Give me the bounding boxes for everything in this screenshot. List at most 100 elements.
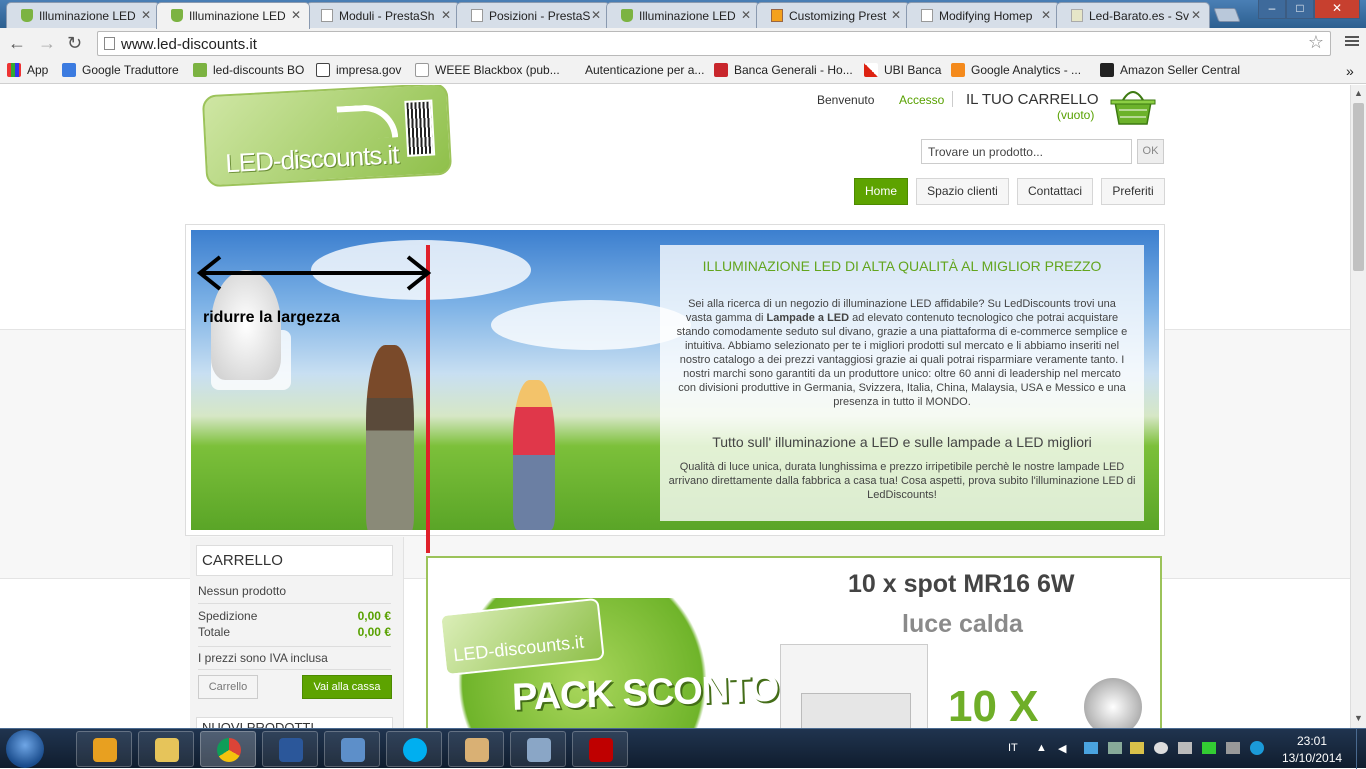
amazon-icon: [1100, 63, 1114, 77]
cart-title-link[interactable]: IL TUO CARRELLO: [966, 91, 1099, 108]
cart-empty-text: Nessun prodotto: [198, 584, 287, 598]
close-window-button[interactable]: ✕: [1314, 0, 1360, 19]
bookmark-banca-generali[interactable]: Banca Generali - Ho...: [714, 63, 853, 77]
scrollbar-thumb[interactable]: [1353, 103, 1364, 271]
flag-icon[interactable]: [1130, 742, 1144, 754]
taskbar-chrome[interactable]: [200, 731, 256, 767]
browser-tab[interactable]: Customizing Prest ✕: [756, 2, 910, 28]
new-products-block-title[interactable]: NUOVI PRODOTTI: [196, 717, 393, 728]
back-arrow-icon[interactable]: ←: [8, 33, 26, 54]
evernote-icon[interactable]: [1202, 742, 1216, 754]
close-tab-icon[interactable]: ✕: [141, 8, 151, 22]
filezilla-icon: [589, 738, 613, 762]
url-text[interactable]: www.led-discounts.it: [121, 36, 257, 53]
bookmark-amazon-seller[interactable]: Amazon Seller Central: [1100, 63, 1240, 77]
nav-spazio-clienti[interactable]: Spazio clienti: [916, 178, 1009, 205]
bookmark-ubi-banca[interactable]: UBI Banca: [864, 63, 941, 77]
reload-icon[interactable]: ↻: [67, 33, 82, 54]
taskbar-filezilla[interactable]: [572, 731, 628, 767]
forward-arrow-icon[interactable]: →: [38, 33, 56, 54]
login-link[interactable]: Accesso: [899, 93, 944, 107]
clock-time[interactable]: 23:01: [1297, 734, 1327, 748]
taskbar-photo-viewer[interactable]: [324, 731, 380, 767]
scroll-up-icon[interactable]: ▲: [1354, 88, 1363, 98]
apps-grid-icon: [7, 63, 21, 77]
bookmark-google-analytics[interactable]: Google Analytics - ...: [951, 63, 1081, 77]
show-desktop-button[interactable]: [1356, 729, 1366, 769]
network-icon[interactable]: [1108, 742, 1122, 754]
bookmark-label: Amazon Seller Central: [1120, 63, 1241, 77]
browser-tab[interactable]: Posizioni - PrestaS ✕: [456, 2, 610, 28]
taskbar-media-player[interactable]: [76, 731, 132, 767]
search-button[interactable]: OK: [1137, 139, 1164, 164]
taskbar-remote-desktop[interactable]: [510, 731, 566, 767]
nav-preferiti[interactable]: Preferiti: [1101, 178, 1165, 205]
bookmark-weee-blackbox[interactable]: WEEE Blackbox (pub...: [415, 63, 560, 77]
dropbox-icon[interactable]: [1084, 742, 1098, 754]
bookmark-label: impresa.gov: [336, 63, 402, 77]
menu-hamburger-icon[interactable]: [1345, 34, 1359, 48]
show-hidden-icons-icon[interactable]: ▲: [1036, 742, 1047, 754]
close-tab-icon[interactable]: ✕: [1041, 8, 1051, 22]
bookmark-google-translate[interactable]: Google Traduttore: [62, 63, 179, 77]
site-logo[interactable]: LED-discounts.it: [201, 85, 453, 188]
start-button[interactable]: [6, 730, 44, 768]
browser-tab[interactable]: Moduli - PrestaSh ✕: [306, 2, 460, 28]
media-player-icon: [93, 738, 117, 762]
bookmark-led-discounts-bo[interactable]: led-discounts BO: [193, 63, 304, 77]
tab-title: Modifying Homep: [939, 9, 1033, 23]
power-icon[interactable]: [1178, 742, 1192, 754]
browser-tab-active[interactable]: Illuminazione LED ✕: [156, 2, 310, 29]
slider-text-panel: ILLUMINAZIONE LED DI ALTA QUALITÀ AL MIG…: [660, 245, 1144, 521]
word-icon: [279, 738, 303, 762]
taskbar-word[interactable]: [262, 731, 318, 767]
minimize-button[interactable]: –: [1258, 0, 1286, 19]
browser-tab[interactable]: Modifying Homep ✕: [906, 2, 1060, 28]
taskbar-skype[interactable]: [386, 731, 442, 767]
sync-icon[interactable]: [1154, 742, 1168, 754]
promo-headline: 10 x spot MR16 6W: [848, 570, 1075, 598]
taskbar-paint[interactable]: [448, 731, 504, 767]
taskbar-explorer[interactable]: [138, 731, 194, 767]
new-tab-button[interactable]: [1213, 8, 1241, 22]
clock-date[interactable]: 13/10/2014: [1282, 751, 1342, 765]
volume-icon[interactable]: ◀: [1058, 742, 1066, 755]
cart-button[interactable]: Carrello: [198, 675, 258, 699]
browser-tab[interactable]: Illuminazione LED ✕: [606, 2, 760, 28]
browser-tab[interactable]: Led-Barato.es - Sv ✕: [1056, 2, 1210, 28]
address-bar[interactable]: www.led-discounts.it ☆: [97, 31, 1331, 56]
more-bookmarks-icon[interactable]: »: [1346, 63, 1354, 79]
page-icon: [415, 63, 429, 77]
page-scrollbar[interactable]: ▲ ▼: [1350, 85, 1366, 728]
search-input[interactable]: Trovare un prodotto...: [921, 139, 1132, 164]
divider: [198, 669, 391, 670]
nav-home[interactable]: Home: [854, 178, 908, 205]
spot-bulb-icon: [1084, 678, 1142, 728]
bookmark-label: App: [27, 63, 49, 77]
language-indicator[interactable]: IT: [1008, 742, 1018, 754]
divider: [198, 603, 391, 604]
analytics-icon: [951, 63, 965, 77]
ubi-icon: [864, 63, 878, 77]
bookmark-autenticazione[interactable]: Autenticazione per a...: [585, 63, 704, 77]
tab-title: Customizing Prest: [789, 9, 887, 23]
display-icon[interactable]: [1226, 742, 1240, 754]
maximize-button[interactable]: □: [1286, 0, 1314, 19]
close-tab-icon[interactable]: ✕: [1191, 8, 1201, 22]
promo-banner[interactable]: LED-discounts.it PACK SCONTO! 10 x spot …: [426, 556, 1162, 728]
bookmark-star-icon[interactable]: ☆: [1308, 32, 1324, 53]
browser-tab[interactable]: Illuminazione LED ✕: [6, 2, 160, 28]
close-tab-icon[interactable]: ✕: [591, 8, 601, 22]
e-icon[interactable]: [1250, 741, 1264, 755]
checkout-button[interactable]: Vai alla cassa: [302, 675, 392, 699]
nav-contattaci[interactable]: Contattaci: [1017, 178, 1093, 205]
shopping-basket-icon[interactable]: [1109, 88, 1157, 126]
close-tab-icon[interactable]: ✕: [441, 8, 451, 22]
close-tab-icon[interactable]: ✕: [291, 8, 301, 22]
cart-block-title[interactable]: CARRELLO: [196, 545, 393, 576]
close-tab-icon[interactable]: ✕: [891, 8, 901, 22]
bookmark-impresa-gov[interactable]: impresa.gov: [316, 63, 401, 77]
scroll-down-icon[interactable]: ▼: [1354, 713, 1363, 723]
bookmark-apps[interactable]: App: [7, 63, 48, 77]
close-tab-icon[interactable]: ✕: [741, 8, 751, 22]
